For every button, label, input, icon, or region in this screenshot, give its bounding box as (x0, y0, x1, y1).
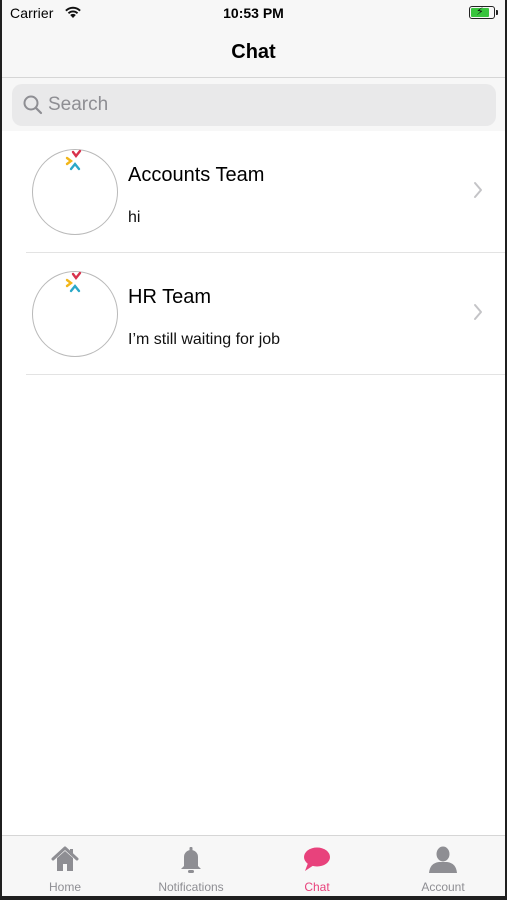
chevron-right-icon (473, 303, 483, 326)
app-logo-icon (64, 271, 84, 302)
tab-chat-label: Chat (304, 880, 330, 894)
conversation-last-message: I’m still waiting for job (128, 331, 281, 348)
screen-bottom-edge (0, 896, 507, 900)
tab-account[interactable]: Account (380, 836, 505, 896)
battery-charging-icon: ⚡ (469, 6, 498, 19)
conversation-last-message: hi (128, 209, 141, 226)
search-field[interactable] (12, 84, 496, 126)
tab-chat[interactable]: Chat (254, 836, 380, 896)
page-title: Chat (231, 41, 276, 63)
conversation-name: Accounts Team (128, 164, 265, 186)
tab-account-label: Account (421, 880, 465, 894)
conversation-name: HR Team (128, 286, 211, 308)
home-icon (50, 844, 80, 874)
app-logo-icon (64, 149, 84, 180)
conversation-row[interactable]: HR Team I’m still waiting for job (2, 253, 505, 375)
conversation-row[interactable]: Accounts Team hi (2, 131, 505, 253)
tab-bar: Home Notifications Chat Account (2, 835, 505, 896)
tab-notifications-label: Notifications (158, 880, 224, 894)
person-icon (428, 844, 458, 874)
navigation-bar: Chat (2, 28, 505, 78)
search-bar (2, 79, 505, 131)
tab-home[interactable]: Home (2, 836, 128, 896)
chevron-right-icon (473, 181, 483, 204)
status-time: 10:53 PM (223, 5, 284, 21)
phone-screen: Carrier 10:53 PM ⚡ Chat Search Accounts … (2, 0, 505, 896)
charging-bolt-icon: ⚡ (476, 6, 484, 18)
tab-home-label: Home (48, 880, 81, 894)
row-divider (26, 374, 505, 375)
chat-bubble-icon (302, 844, 332, 874)
tab-notifications[interactable]: Notifications (128, 836, 254, 896)
status-bar: Carrier 10:53 PM ⚡ (2, 0, 505, 28)
conversation-list: Accounts Team hi HR Team I’m still waiti… (2, 131, 505, 835)
search-icon (22, 94, 44, 121)
bell-icon (176, 844, 206, 874)
search-input[interactable] (48, 84, 488, 126)
